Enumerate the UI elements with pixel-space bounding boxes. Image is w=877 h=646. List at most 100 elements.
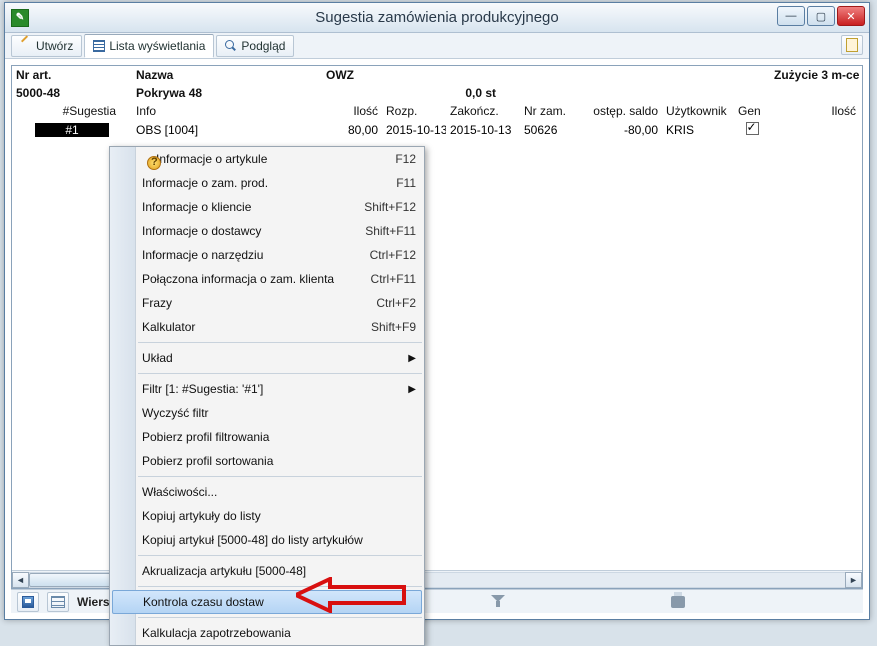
info-icon (147, 156, 161, 170)
menu-item-label: Informacje o kliencie (142, 200, 251, 214)
menu-item-label: Informacje o narzędziu (142, 248, 263, 262)
menu-item[interactable]: Kopiuj artykuły do listy (110, 504, 424, 528)
scroll-right-button[interactable]: ► (845, 572, 862, 588)
close-button[interactable]: ✕ (837, 6, 865, 26)
col-uzytkownik[interactable]: Użytkownik (662, 102, 734, 120)
header-values-row: 5000-48 Pokrywa 48 0,0 st (12, 84, 862, 102)
menu-item[interactable]: Informacje o narzędziu Ctrl+F12 (110, 243, 424, 267)
menu-item[interactable]: Informacje o artykuleF12 (110, 147, 424, 171)
menu-separator (138, 586, 422, 587)
menu-item-shortcut: Ctrl+F12 (370, 248, 416, 262)
menu-item-label: Właściwości... (142, 485, 217, 499)
header-row-1: Nr art. Nazwa OWZ Zużycie 3 m-ce uży (12, 66, 862, 84)
cell-gen[interactable] (734, 120, 770, 140)
menu-item-label: Pobierz profil sortowania (142, 454, 273, 468)
menu-item-label: Informacje o artykule (156, 152, 267, 166)
menu-item-label: Wyczyść filtr (142, 406, 209, 420)
window-controls: — ▢ ✕ (777, 6, 865, 26)
data-row-1[interactable]: #1 OBS [1004] 80,00 2015-10-13 2015-10-1… (12, 120, 862, 140)
col-nr-art[interactable]: Nr art. (12, 66, 132, 84)
menu-item-label: Kalkulacja zapotrzebowania (142, 626, 291, 640)
menu-item[interactable]: Informacje o zam. prod.F11 (110, 171, 424, 195)
col-saldo[interactable]: ostęp. saldo (582, 102, 662, 120)
menu-separator (138, 342, 422, 343)
menu-item[interactable]: Frazy Ctrl+F2 (110, 291, 424, 315)
menu-item[interactable]: Informacje o kliencieShift+F12 (110, 195, 424, 219)
cell-uzytkownik: KRIS (662, 120, 734, 140)
menu-item[interactable]: Filtr [1: #Sugestia: '#1']▶ (110, 377, 424, 401)
col-zuzycie[interactable]: Zużycie 3 m-ce (770, 66, 860, 84)
col-uzy[interactable]: uży (860, 66, 862, 84)
cell-zakoncz: 2015-10-13 (446, 120, 520, 140)
save-button[interactable] (17, 592, 39, 612)
tab-display-list[interactable]: Lista wyświetlania (84, 34, 214, 58)
menu-item[interactable]: Kontrola czasu dostaw (112, 590, 422, 614)
cell-info: OBS [1004] (132, 120, 322, 140)
menu-item-shortcut: Ctrl+F2 (376, 296, 416, 310)
menu-item-label: Akrualizacja artykułu [5000-48] (142, 564, 306, 578)
cell-nrzam: 50626 (520, 120, 582, 140)
menu-item[interactable]: Połączona informacja o zam. klientaCtrl+… (110, 267, 424, 291)
col-ilosc2[interactable]: Ilość (770, 102, 860, 120)
val-nr-art: 5000-48 (12, 84, 132, 102)
rows-icon (51, 596, 65, 608)
toolbar: Utwórz Lista wyświetlania Podgląd (5, 33, 869, 59)
magnifier-icon (225, 40, 237, 52)
menu-item-shortcut: F11 (396, 176, 416, 190)
scroll-left-button[interactable]: ◄ (12, 572, 29, 588)
menu-item[interactable]: Kopiuj artykuł [5000-48] do listy artyku… (110, 528, 424, 552)
header-row-2: #Sugestia Info Ilość Rozp. Zakończ. Nr z… (12, 102, 862, 120)
col-ilosc[interactable]: Ilość (322, 102, 382, 120)
status-label: Wiers (77, 595, 110, 609)
menu-item-shortcut: Ctrl+F11 (371, 272, 416, 286)
menu-item-shortcut: Shift+F11 (365, 224, 416, 238)
submenu-arrow-icon: ▶ (408, 384, 416, 395)
menu-item-label: Układ (142, 351, 173, 365)
menu-item[interactable]: Właściwości... (110, 480, 424, 504)
printer-indicator[interactable] (671, 596, 685, 608)
col-sugestia[interactable]: #Sugestia (12, 102, 132, 120)
col-nazwa[interactable]: Nazwa (132, 66, 322, 84)
col-info[interactable]: Info (132, 102, 322, 120)
menu-separator (138, 617, 422, 618)
col-rozp[interactable]: Rozp. (382, 102, 446, 120)
col-zakoncz[interactable]: Zakończ. (446, 102, 520, 120)
menu-item-label: Frazy (142, 296, 172, 310)
menu-item-label: Kopiuj artykuły do listy (142, 509, 261, 523)
menu-item[interactable]: Informacje o dostawcy Shift+F11 (110, 219, 424, 243)
tab-display-list-label: Lista wyświetlania (109, 39, 205, 53)
new-doc-button[interactable] (841, 35, 863, 55)
rows-button[interactable] (47, 592, 69, 612)
val-nazwa: Pokrywa 48 (132, 84, 322, 102)
pencil-icon (20, 40, 32, 52)
checkbox-icon[interactable] (746, 122, 759, 135)
submenu-arrow-icon: ▶ (408, 353, 416, 364)
val-owz: 0,0 st (322, 84, 520, 102)
menu-separator (138, 555, 422, 556)
menu-separator (138, 476, 422, 477)
menu-item[interactable]: Układ ▶ (110, 346, 424, 370)
filter-indicator[interactable] (491, 595, 505, 609)
app-icon: ✎ (11, 9, 29, 27)
menu-item[interactable]: Pobierz profil sortowania (110, 449, 424, 473)
context-menu[interactable]: Informacje o artykuleF12Informacje o zam… (109, 146, 425, 646)
col-owz[interactable]: OWZ (322, 66, 520, 84)
col-gen[interactable]: Gen (734, 102, 770, 120)
create-button[interactable]: Utwórz (11, 35, 82, 57)
cell-rozp: 2015-10-13 (382, 120, 446, 140)
document-icon (846, 38, 858, 52)
menu-item[interactable]: Akrualizacja artykułu [5000-48] (110, 559, 424, 583)
window-title: Sugestia zamówienia produkcyjnego (5, 9, 869, 26)
menu-item[interactable]: Wyczyść filtr (110, 401, 424, 425)
preview-label: Podgląd (241, 39, 285, 53)
menu-separator (138, 373, 422, 374)
menu-item-label: Kalkulator (142, 320, 195, 334)
menu-item[interactable]: KalkulatorShift+F9 (110, 315, 424, 339)
create-label: Utwórz (36, 39, 73, 53)
col-nrzam[interactable]: Nr zam. (520, 102, 582, 120)
minimize-button[interactable]: — (777, 6, 805, 26)
preview-button[interactable]: Podgląd (216, 35, 294, 57)
maximize-button[interactable]: ▢ (807, 6, 835, 26)
menu-item-label: Informacje o dostawcy (142, 224, 261, 238)
menu-item[interactable]: Pobierz profil filtrowania (110, 425, 424, 449)
